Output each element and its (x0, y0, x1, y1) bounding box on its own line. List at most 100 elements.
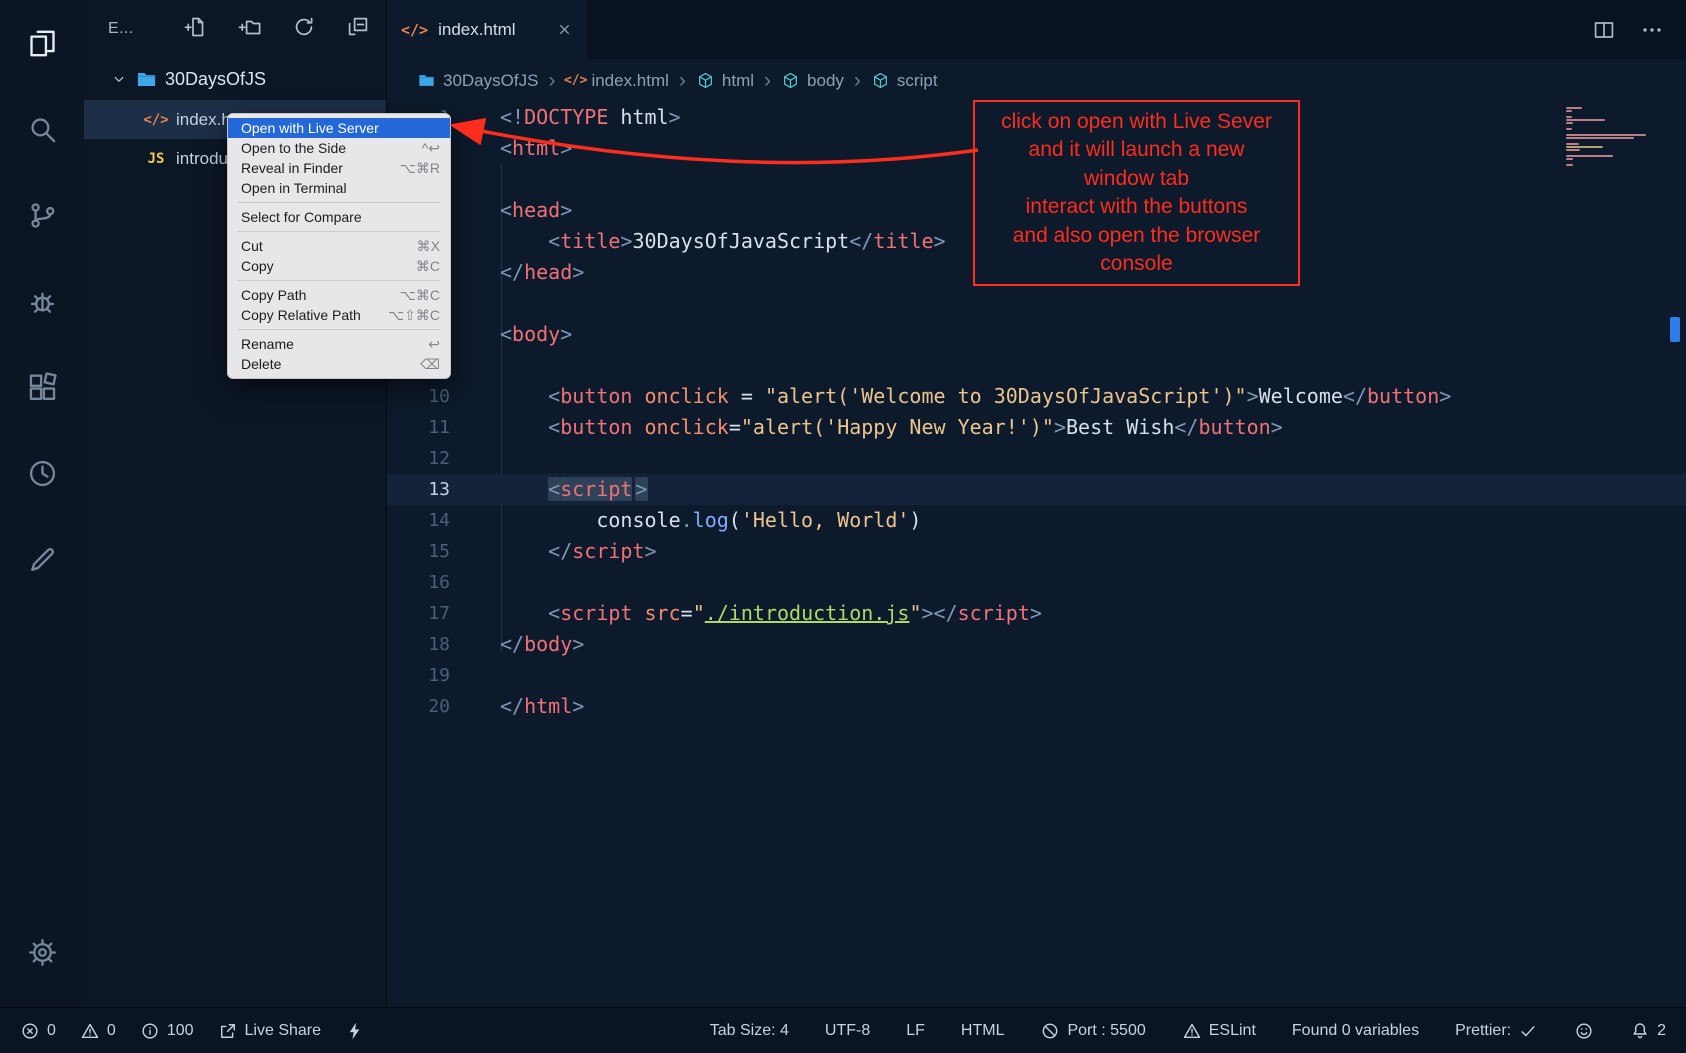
code-line-16[interactable]: 16 (387, 567, 1686, 598)
code-line-14[interactable]: 14 console.log('Hello, World') (387, 505, 1686, 536)
minimap-line (1566, 146, 1603, 148)
code-line-20[interactable]: 20</html> (387, 691, 1686, 722)
symbol-icon (781, 71, 800, 90)
menu-item-cut[interactable]: Cut⌘X (228, 236, 450, 256)
status-label: Tab Size: 4 (710, 1022, 789, 1040)
breadcrumb-script[interactable]: script (871, 71, 938, 91)
minimap-line (1566, 161, 1658, 163)
line-text (450, 350, 500, 381)
warning-icon (80, 1021, 100, 1041)
share-icon (218, 1021, 238, 1041)
code-line-10[interactable]: 10 <button onclick = "alert('Welcome to … (387, 381, 1686, 412)
tab-index-html[interactable]: </> index.html (387, 0, 587, 59)
status-feedback-smiley[interactable] (1574, 1021, 1594, 1041)
menu-item-copy-relative-path[interactable]: Copy Relative Path⌥⇧⌘C (228, 305, 450, 325)
minimap-line (1566, 158, 1573, 160)
status-lightning[interactable] (345, 1021, 365, 1041)
activity-bar (0, 0, 84, 1007)
menu-item-copy[interactable]: Copy⌘C (228, 256, 450, 276)
status-label: Live Share (245, 1022, 322, 1040)
menu-item-delete[interactable]: Delete⌫ (228, 354, 450, 374)
refresh-explorer-button[interactable] (292, 15, 316, 44)
line-number: 15 (387, 536, 450, 567)
minimap-line (1566, 128, 1572, 130)
status-live-server-port[interactable]: Port : 5500 (1040, 1021, 1145, 1041)
line-text (450, 288, 500, 319)
activity-settings[interactable] (0, 909, 84, 995)
activity-source-control[interactable] (0, 172, 84, 258)
code-line-19[interactable]: 19 (387, 660, 1686, 691)
minimap-line (1566, 122, 1573, 124)
activity-extensions[interactable] (0, 344, 84, 430)
menu-item-reveal-in-finder[interactable]: Reveal in Finder⌥⌘R (228, 158, 450, 178)
annotation-text: click on open with Live Sever (975, 108, 1298, 137)
status-info-count[interactable]: 100 (140, 1021, 194, 1041)
status-tab-size[interactable]: Tab Size: 4 (710, 1022, 789, 1040)
chevron-right-icon: › (764, 70, 771, 91)
line-text (450, 164, 500, 195)
annotation-text: and also open the browser (975, 222, 1298, 251)
code-line-8[interactable]: 8<body> (387, 319, 1686, 350)
collapse-folders-button[interactable] (346, 15, 370, 44)
new-folder-button[interactable] (238, 15, 262, 44)
files-icon (26, 27, 59, 60)
new-file-button[interactable] (184, 15, 208, 44)
breadcrumb-index-html[interactable]: </>index.html (565, 71, 668, 91)
minimap-line (1566, 143, 1579, 145)
code-line-17[interactable]: 17 <script src="./introduction.js"></scr… (387, 598, 1686, 629)
activity-timeline[interactable] (0, 430, 84, 516)
code-line-18[interactable]: 18</body> (387, 629, 1686, 660)
minimap[interactable] (1566, 107, 1658, 167)
new-folder-icon (238, 15, 262, 39)
status-language-mode[interactable]: HTML (961, 1022, 1005, 1040)
breadcrumb-label: html (722, 71, 754, 91)
code-line-7[interactable]: 7 (387, 288, 1686, 319)
extensions-icon (26, 371, 59, 404)
minimap-line (1566, 131, 1658, 133)
menu-item-label: Open in Terminal (241, 180, 347, 196)
check-icon (1518, 1021, 1538, 1041)
activity-feedback[interactable] (0, 516, 84, 602)
explorer-header: E... (84, 0, 386, 58)
breadcrumb-html[interactable]: html (696, 71, 754, 91)
code-line-11[interactable]: 11 <button onclick="alert('Happy New Yea… (387, 412, 1686, 443)
folder-row-30daysofjs[interactable]: 30DaysOfJS (84, 58, 386, 100)
status-eslint[interactable]: ESLint (1182, 1021, 1256, 1041)
status-notifications[interactable]: 2 (1630, 1021, 1666, 1041)
status-errors[interactable]: 0 (20, 1021, 56, 1041)
split-editor-button[interactable] (1592, 18, 1616, 42)
status-encoding[interactable]: UTF-8 (825, 1022, 870, 1040)
line-number: 14 (387, 505, 450, 536)
status-live-share[interactable]: Live Share (218, 1021, 322, 1041)
breadcrumb-body[interactable]: body (781, 71, 844, 91)
menu-item-open-in-terminal[interactable]: Open in Terminal (228, 178, 450, 198)
menu-item-open-to-the-side[interactable]: Open to the Side^↩ (228, 138, 450, 158)
minimap-line (1566, 134, 1646, 136)
status-warnings[interactable]: 0 (80, 1021, 116, 1041)
activity-search[interactable] (0, 86, 84, 172)
activity-run-debug[interactable] (0, 258, 84, 344)
close-icon[interactable] (556, 21, 573, 38)
code-line-15[interactable]: 15 </script> (387, 536, 1686, 567)
clock-icon (26, 457, 59, 490)
status-prettier[interactable]: Prettier: (1455, 1021, 1538, 1041)
line-text: <script src="./introduction.js"></script… (450, 598, 1042, 629)
gear-icon (26, 936, 59, 969)
menu-item-open-with-live-server[interactable]: Open with Live Server (228, 118, 450, 138)
status-label: 2 (1657, 1022, 1666, 1040)
status-variables[interactable]: Found 0 variables (1292, 1022, 1419, 1040)
menu-item-select-for-compare[interactable]: Select for Compare (228, 207, 450, 227)
menu-item-shortcut: ⌘C (416, 258, 440, 275)
menu-item-copy-path[interactable]: Copy Path⌥⌘C (228, 285, 450, 305)
menu-item-rename[interactable]: Rename↩ (228, 334, 450, 354)
status-eol[interactable]: LF (906, 1022, 925, 1040)
breadcrumb-30daysofjs[interactable]: 30DaysOfJS (417, 71, 538, 91)
code-line-12[interactable]: 12 (387, 443, 1686, 474)
more-actions-button[interactable] (1640, 18, 1664, 42)
annotation-text: console (975, 250, 1298, 279)
pen-icon (26, 543, 59, 576)
code-line-9[interactable]: 9 (387, 350, 1686, 381)
js-file-icon: JS (146, 149, 166, 169)
activity-explorer[interactable] (0, 0, 84, 86)
code-line-13[interactable]: 13 <script> (387, 474, 1686, 505)
